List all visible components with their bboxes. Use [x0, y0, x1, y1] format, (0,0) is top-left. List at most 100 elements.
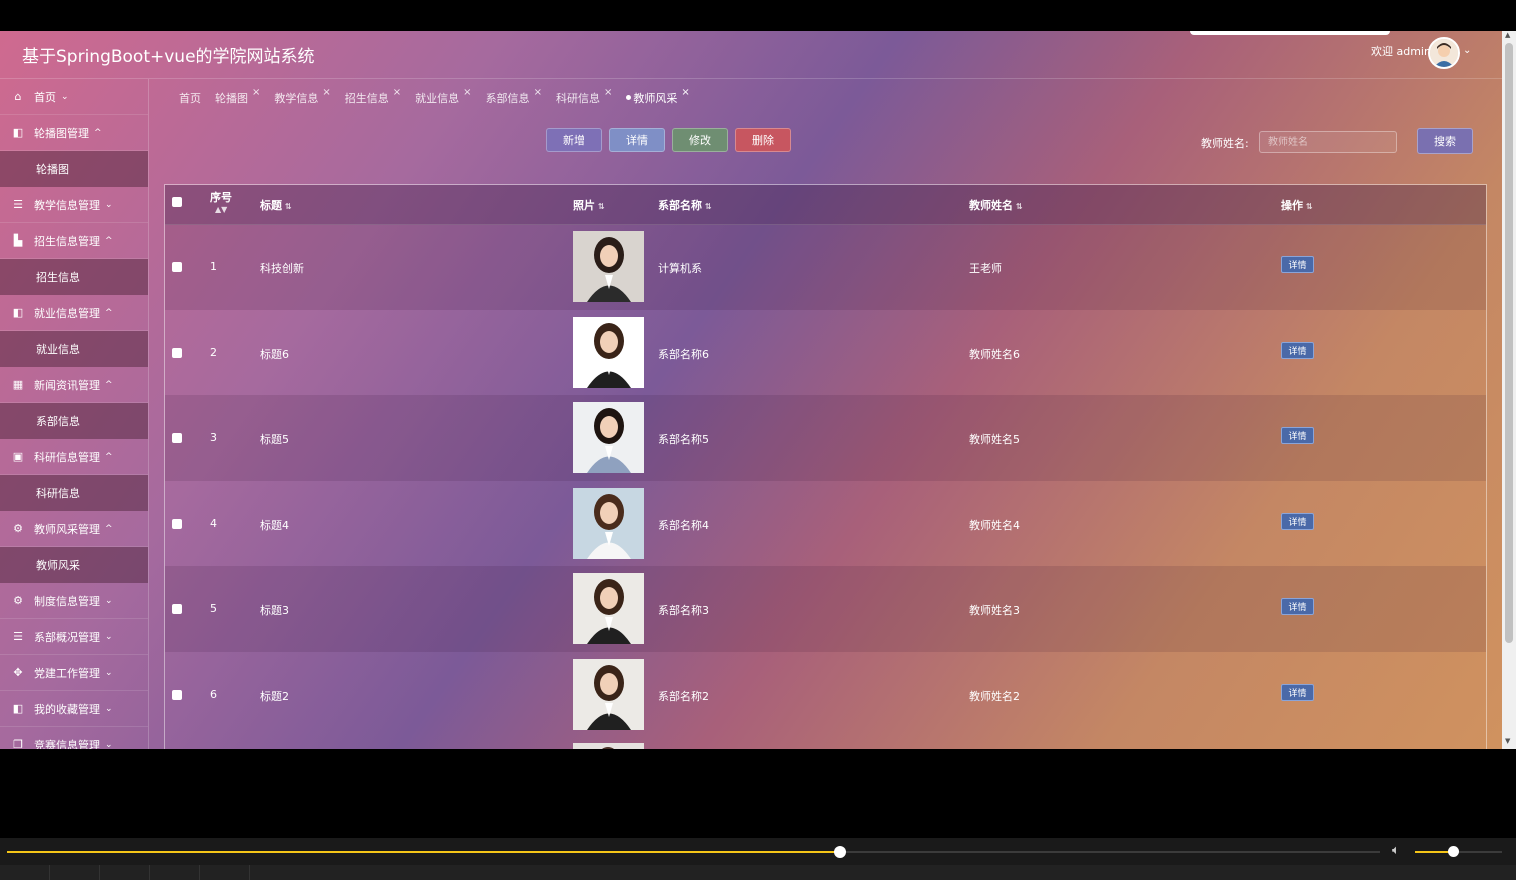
row-detail-button[interactable]: 详情: [1281, 512, 1314, 530]
table-row[interactable]: 1 科技创新 计算机系 王老师 详情: [165, 224, 1486, 310]
tab-0[interactable]: 首页: [179, 90, 201, 106]
chevron-down-icon: ⌄: [105, 631, 113, 642]
panel-icon: ◧: [12, 702, 24, 715]
player-segment[interactable]: [50, 865, 100, 880]
row-detail-button[interactable]: 详情: [1281, 427, 1314, 444]
column-title-header[interactable]: 标题 ⇅: [260, 197, 292, 213]
select-all-checkbox[interactable]: [172, 197, 182, 207]
table-row[interactable]: 5 标题3 系部名称3 教师姓名3 详情: [165, 566, 1486, 652]
sidebar-group-15[interactable]: ☰ 系部概况管理 ⌄: [0, 619, 148, 655]
tab-7[interactable]: 教师风采 ×: [626, 87, 690, 106]
row-photo: [573, 231, 644, 302]
sort-icon[interactable]: ⇅: [1016, 202, 1023, 211]
add-button[interactable]: 新增: [546, 128, 602, 152]
player-segment[interactable]: [200, 865, 250, 880]
close-icon[interactable]: ×: [322, 87, 330, 98]
column-photo-header[interactable]: 照片 ⇅: [573, 197, 605, 213]
volume-handle[interactable]: [1448, 846, 1460, 857]
sidebar-item-9[interactable]: 系部信息: [0, 403, 148, 439]
row-detail-button[interactable]: 详情: [1281, 341, 1314, 359]
edit-button[interactable]: 修改: [672, 128, 728, 152]
sidebar-group-18[interactable]: ❐ 竞赛信息管理 ⌄: [0, 727, 148, 749]
close-icon[interactable]: ×: [393, 87, 401, 98]
close-icon[interactable]: ×: [681, 87, 689, 98]
sort-icon[interactable]: ⇅: [598, 202, 605, 211]
close-icon[interactable]: ×: [252, 87, 260, 98]
tab-5[interactable]: 系部信息 ×: [486, 87, 542, 106]
sidebar-group-3[interactable]: ☰ 教学信息管理 ⌄: [0, 187, 148, 223]
sort-icon[interactable]: ⇅: [285, 202, 292, 211]
column-index-header[interactable]: 序号 ▲▼: [210, 189, 232, 214]
detail-button[interactable]: 详情: [609, 128, 665, 152]
sidebar-group-17[interactable]: ◧ 我的收藏管理 ⌄: [0, 691, 148, 727]
sidebar-item-7[interactable]: 就业信息: [0, 331, 148, 367]
scroll-down-arrow-icon[interactable]: ▼: [1505, 737, 1510, 745]
sidebar-group-8[interactable]: ▦ 新闻资讯管理 ^: [0, 367, 148, 403]
volume-icon[interactable]: 🔈︎: [1392, 843, 1400, 858]
sidebar-group-label: 教师风采管理: [34, 522, 100, 536]
player-segment[interactable]: [0, 865, 50, 880]
row-detail-button[interactable]: 详情: [1281, 256, 1314, 273]
sidebar-group-16[interactable]: ✥ 党建工作管理 ⌄: [0, 655, 148, 691]
column-teacher-header[interactable]: 教师姓名 ⇅: [969, 197, 1023, 213]
sidebar-item-13[interactable]: 教师风采: [0, 547, 148, 583]
page-scrollbar[interactable]: ▲ ▼: [1502, 31, 1516, 749]
row-checkbox[interactable]: [172, 518, 182, 529]
column-dept-header[interactable]: 系部名称 ⇅: [658, 197, 712, 213]
sidebar-item-5[interactable]: 招生信息: [0, 259, 148, 295]
chevron-up-icon: ^: [105, 451, 113, 462]
close-icon[interactable]: ×: [463, 87, 471, 98]
sidebar-item-11[interactable]: 科研信息: [0, 475, 148, 511]
sidebar-group-1[interactable]: ◧ 轮播图管理 ^: [0, 115, 148, 151]
sidebar-group-0[interactable]: ⌂ 首页 ⌄: [0, 79, 148, 115]
row-detail-button[interactable]: 详情: [1281, 683, 1314, 701]
row-dept: 系部名称2: [658, 689, 709, 703]
sort-icon[interactable]: ⇅: [705, 202, 712, 211]
table-row[interactable]: 3 标题5 系部名称5 教师姓名5 详情: [165, 395, 1486, 481]
row-teacher: 教师姓名3: [969, 604, 1020, 617]
teacher-table: 序号 ▲▼ 标题 ⇅ 照片 ⇅ 系部名称 ⇅ 教师姓名 ⇅ 操作 ⇅ 1 科技创新 计算机系王…: [164, 184, 1487, 749]
close-icon[interactable]: ×: [604, 87, 612, 98]
sidebar-item-2[interactable]: 轮播图: [0, 151, 148, 187]
table-row[interactable]: 6 标题2 系部名称2 教师姓名2 详情: [165, 652, 1486, 738]
row-checkbox[interactable]: [172, 604, 182, 614]
tab-2[interactable]: 教学信息 ×: [274, 87, 330, 106]
table-row[interactable]: 4 标题4 系部名称4 教师姓名4 详情: [165, 481, 1486, 567]
search-button[interactable]: 搜索: [1417, 128, 1473, 154]
tab-4[interactable]: 就业信息 ×: [415, 87, 471, 106]
scroll-up-arrow-icon[interactable]: ▲: [1505, 31, 1510, 39]
progress-bar[interactable]: [7, 846, 1380, 858]
tab-3[interactable]: 招生信息 ×: [345, 87, 401, 106]
row-checkbox[interactable]: [172, 689, 182, 700]
row-detail-button[interactable]: 详情: [1281, 598, 1314, 615]
sidebar-group-14[interactable]: ⚙ 制度信息管理 ⌄: [0, 583, 148, 619]
teacher-name-search-input[interactable]: [1259, 131, 1397, 153]
row-checkbox[interactable]: [172, 262, 182, 272]
active-dot-icon: [626, 95, 632, 100]
sidebar-group-6[interactable]: ◧ 就业信息管理 ^: [0, 295, 148, 331]
sidebar-group-10[interactable]: ▣ 科研信息管理 ^: [0, 439, 148, 475]
sidebar-group-4[interactable]: ▙ 招生信息管理 ^: [0, 223, 148, 259]
sort-icon[interactable]: ⇅: [1306, 202, 1313, 211]
table-header: 序号 ▲▼ 标题 ⇅ 照片 ⇅ 系部名称 ⇅ 教师姓名 ⇅ 操作 ⇅: [165, 185, 1486, 225]
teacher-photo-icon: [573, 573, 644, 644]
row-checkbox[interactable]: [172, 347, 182, 358]
close-icon[interactable]: ×: [534, 87, 542, 98]
row-checkbox[interactable]: [172, 433, 182, 443]
delete-button[interactable]: 删除: [735, 128, 791, 152]
avatar[interactable]: [1428, 37, 1460, 69]
player-segment[interactable]: [150, 865, 200, 880]
row-index: 4: [210, 516, 217, 530]
chevron-up-icon: ^: [105, 523, 113, 534]
player-segment[interactable]: [100, 865, 150, 880]
scrollbar-thumb[interactable]: [1505, 43, 1513, 643]
chevron-down-icon[interactable]: ⌄: [1463, 45, 1471, 56]
tab-6[interactable]: 科研信息 ×: [556, 87, 612, 106]
tab-1[interactable]: 轮播图 ×: [215, 87, 260, 106]
sort-icon[interactable]: ▲▼: [215, 205, 232, 214]
sidebar-group-12[interactable]: ⚙ 教师风采管理 ^: [0, 511, 148, 547]
volume-slider[interactable]: [1415, 846, 1502, 857]
progress-handle[interactable]: [834, 846, 847, 858]
table-row[interactable]: 2 标题6 系部名称6 教师姓名6 详情: [165, 310, 1486, 396]
column-action-header[interactable]: 操作 ⇅: [1281, 197, 1313, 213]
